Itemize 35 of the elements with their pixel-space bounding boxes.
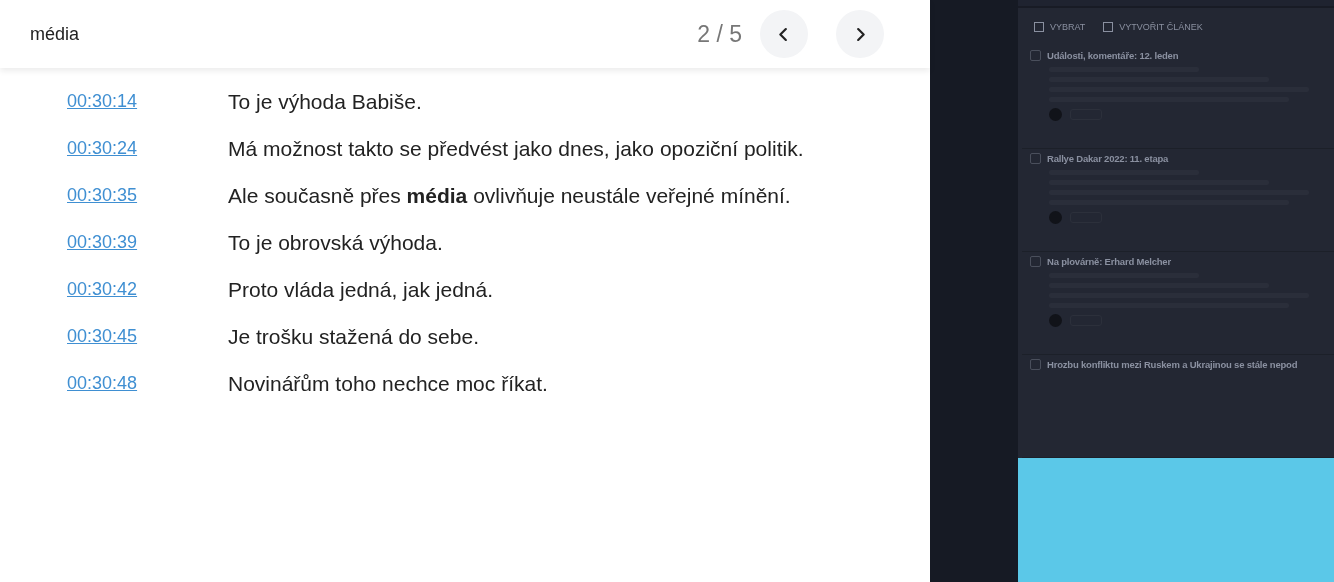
timestamp-link[interactable]: 00:30:24 [67,138,228,159]
chevron-right-icon [855,26,865,42]
timestamp-link[interactable]: 00:30:42 [67,279,228,300]
timestamp-link[interactable]: 00:30:45 [67,326,228,347]
avatar-icon [1049,314,1062,327]
timestamp-link[interactable]: 00:30:35 [67,185,228,206]
list-icon [1034,22,1044,32]
search-query: média [30,23,81,45]
checkbox[interactable] [1030,50,1041,61]
transcript-line: Novinářům toho nechce moc říkat. [228,371,549,397]
toolbar-button[interactable]: VYBRAT [1034,22,1086,32]
chevron-left-icon [779,26,789,42]
checkbox[interactable] [1030,153,1041,164]
article-title[interactable]: Události, komentáře: 12. leden [1047,50,1179,61]
article-title[interactable]: Rallye Dakar 2022: 11. etapa [1047,153,1169,164]
list-icon [1103,22,1114,32]
checkbox[interactable] [1030,359,1041,370]
match-counter: 2 / 5 [697,20,742,48]
timestamp-link[interactable]: 00:30:14 [67,91,228,112]
article-title[interactable]: Na plovárně: Erhard Melcher [1047,256,1171,267]
checkbox[interactable] [1030,256,1041,267]
transcript-line: Ale současně přes média ovlivňuje neustále veřejné mínění. [228,183,792,209]
transcript-line: To je výhoda Babiše. [228,89,423,115]
avatar-icon [1049,108,1062,121]
transcript-line: Proto vláda jedná, jak jedná. [228,277,494,303]
avatar-icon [1049,211,1062,224]
next-button[interactable] [836,10,884,58]
transcript-line: To je obrovská výhoda. [228,230,444,256]
transcript-line: Je trošku stažená do sebe. [228,324,480,350]
previous-button[interactable] [760,10,808,58]
article-title[interactable]: Hrozbu konfliktu mezi Ruskem a Ukrajinou se stále nepod [1047,359,1298,370]
timestamp-link[interactable]: 00:30:48 [67,373,228,394]
transcript-line: Má možnost takto se předvést jako dnes, jako opoziční politik. [228,136,805,162]
toolbar-button[interactable]: VYTVOŘIT ČLÁNEK [1103,22,1203,32]
timestamp-link[interactable]: 00:30:39 [67,232,228,253]
